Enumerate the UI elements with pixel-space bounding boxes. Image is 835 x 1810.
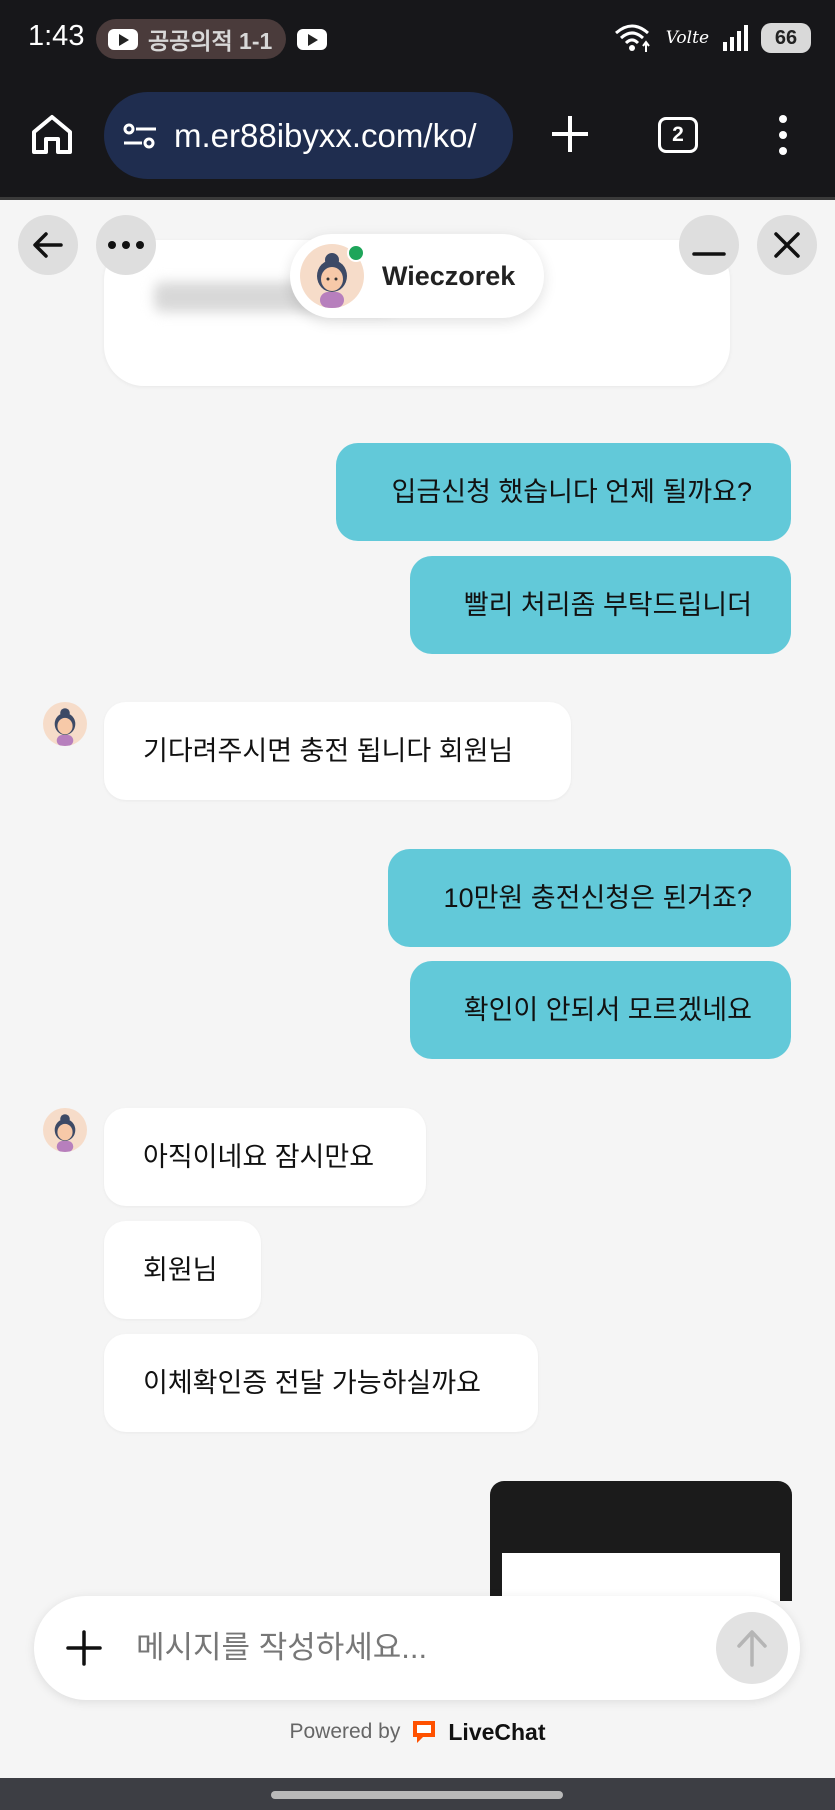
send-button[interactable] <box>716 1612 788 1684</box>
message-text: 입금신청 했습니다 언제 될까요? <box>391 476 752 507</box>
new-tab-icon[interactable] <box>548 112 592 156</box>
my-message: 확인이 안되서 모르겠네요 <box>410 961 791 1059</box>
chat-options-button[interactable] <box>96 215 156 275</box>
image-attachment[interactable] <box>490 1481 792 1601</box>
agent-avatar-small <box>43 702 87 746</box>
agent-message: 회원님 <box>104 1221 261 1319</box>
minimize-button[interactable] <box>679 215 739 275</box>
youtube-icon <box>297 29 327 50</box>
chat-window: Wieczorek 입금신청 했습니다 언제 될까요? 빨리 처리좀 부탁드립니… <box>0 200 835 1778</box>
arrow-left-icon <box>33 232 63 258</box>
gesture-handle[interactable] <box>271 1791 563 1799</box>
agent-message: 이체확인증 전달 가능하실까요 <box>104 1334 538 1432</box>
my-message: 10만원 충전신청은 된거죠? <box>388 849 791 947</box>
signal-icon <box>723 25 748 51</box>
message-input[interactable] <box>136 1618 616 1678</box>
notification-chip[interactable]: 공공의적 1-1 <box>96 19 286 59</box>
agent-header[interactable]: Wieczorek <box>290 234 544 318</box>
close-icon <box>774 232 800 258</box>
browser-toolbar: m.er88ibyxx.com/ko/ 2 <box>0 80 835 197</box>
address-bar[interactable]: m.er88ibyxx.com/ko/ <box>104 92 513 179</box>
status-bar: 1:43 공공의적 1-1 Volte 66 <box>0 0 835 80</box>
arrow-up-icon <box>737 1630 767 1667</box>
back-button[interactable] <box>18 215 78 275</box>
status-icons: Volte 66 <box>614 22 811 54</box>
home-icon[interactable] <box>30 112 74 156</box>
message-text: 확인이 안되서 모르겠네요 <box>463 994 752 1025</box>
message-text: 10만원 충전신청은 된거죠? <box>443 882 752 913</box>
agent-name: Wieczorek <box>382 260 516 291</box>
wifi-icon <box>614 24 650 52</box>
powered-by-footer[interactable]: Powered by LiveChat <box>0 1718 835 1746</box>
my-message: 빨리 처리좀 부탁드립니더 <box>410 556 791 654</box>
message-text: 아직이네요 잠시만요 <box>143 1141 375 1172</box>
message-text: 이체확인증 전달 가능하실까요 <box>143 1367 481 1398</box>
ellipsis-icon <box>108 241 144 249</box>
message-text: 회원님 <box>143 1254 218 1285</box>
close-chat-button[interactable] <box>757 215 817 275</box>
livechat-logo-icon <box>413 1721 436 1743</box>
system-nav-bar <box>0 1778 835 1810</box>
battery-indicator: 66 <box>761 23 811 53</box>
volte-indicator: Volte <box>665 28 709 48</box>
message-text: 빨리 처리좀 부탁드립니더 <box>463 589 752 620</box>
add-attachment-icon[interactable] <box>62 1626 106 1670</box>
agent-message: 아직이네요 잠시만요 <box>104 1108 426 1206</box>
notification-text: 공공의적 1-1 <box>148 28 273 54</box>
my-message: 입금신청 했습니다 언제 될까요? <box>336 443 791 541</box>
livechat-brand: LiveChat <box>448 1718 546 1745</box>
message-composer <box>34 1596 800 1700</box>
agent-avatar-small <box>43 1108 87 1152</box>
online-status-dot <box>347 244 365 262</box>
site-settings-icon[interactable] <box>122 121 158 151</box>
clock: 1:43 <box>28 20 85 52</box>
powered-by-text: Powered by <box>289 1720 401 1743</box>
tab-count: 2 <box>672 123 684 146</box>
url-text: m.er88ibyxx.com/ko/ <box>174 116 477 154</box>
image-preview <box>502 1553 780 1601</box>
minimize-icon <box>692 252 726 256</box>
youtube-icon <box>108 28 138 50</box>
more-menu-icon[interactable] <box>768 113 798 157</box>
message-text: 기다려주시면 충전 됩니다 회원님 <box>143 735 514 766</box>
tab-switcher-button[interactable]: 2 <box>658 117 698 153</box>
agent-message: 기다려주시면 충전 됩니다 회원님 <box>104 702 571 800</box>
